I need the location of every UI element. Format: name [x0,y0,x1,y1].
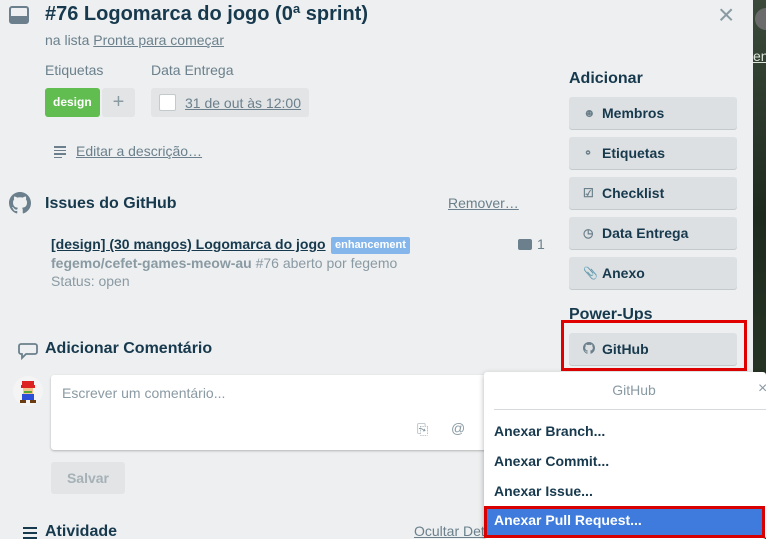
in-list-prefix: na lista [45,32,90,48]
issue-repo: fegemo/cefet-games-meow-au [51,255,252,271]
checklist-button[interactable]: ☑ Checklist [569,177,737,209]
issue-meta: fegemo/cefet-games-meow-au #76 aberto po… [51,255,397,271]
due-date-button[interactable]: ◷ Data Entrega [569,217,737,249]
mario-avatar-icon [20,381,36,403]
add-label-button[interactable]: + [102,88,135,117]
due-date-badge[interactable]: 31 de out às 12:00 [151,88,309,117]
members-label: Membros [602,105,665,121]
github-button-highlight [561,320,747,371]
popover-close-icon[interactable]: × [758,380,766,398]
member-icon: ☻ [583,106,596,120]
avatar[interactable] [13,376,43,406]
save-button[interactable]: Salvar [51,462,125,494]
due-date-heading: Data Entrega [151,62,234,78]
issue-comments: 1 [518,236,545,252]
label-icon: ⚬ [583,146,594,160]
comment-bubble-icon [518,239,532,250]
attachment-icon: 📎 [583,266,598,280]
clock-icon: ◷ [583,226,594,240]
label-design[interactable]: design [45,88,100,117]
activity-icon [17,524,37,539]
issue-title-link[interactable]: [design] (30 mangos) Logomarca do jogo [51,236,326,252]
attach-commit-item[interactable]: Anexar Commit... [484,447,766,475]
due-date-label: Data Entrega [602,225,689,241]
issue-status: Status: open [51,273,130,289]
github-icon [9,192,31,214]
issue-desc: #76 aberto por fegemo [255,255,398,271]
attach-branch-item[interactable]: Anexar Branch... [484,417,766,445]
members-button[interactable]: ☻ Membros [569,97,737,129]
due-complete-checkbox[interactable] [159,94,176,111]
labels-heading: Etiquetas [45,62,104,78]
close-icon[interactable]: × [718,1,734,29]
activity-heading: Atividade [45,523,118,539]
edit-description-link[interactable]: Editar a descrição… [54,143,202,160]
board-avatar [755,8,766,30]
description-icon [54,144,66,160]
issue-label-enhancement: enhancement [331,237,410,254]
attachment-label: Anexo [602,265,645,281]
popover-divider [494,409,766,410]
checklist-icon: ☑ [583,186,594,200]
attach-issue-item[interactable]: Anexar Issue... [484,477,766,505]
card-title[interactable]: #76 Logomarca do jogo (0ª sprint) [45,3,368,26]
labels-label: Etiquetas [602,145,666,161]
in-list-line: na lista Pronta para começar [45,32,224,48]
popover-title: GitHub [612,382,656,398]
attachment-button[interactable]: 📎 Anexo [569,257,737,289]
github-issues-heading: Issues do GitHub [45,195,177,212]
comment-placeholder[interactable]: Escrever um comentário... [62,385,225,401]
github-popover: GitHub × Anexar Branch... Anexar Commit.… [484,372,766,539]
issue-comment-count: 1 [537,236,545,252]
board-peek-text: en [753,48,766,64]
remove-github-link[interactable]: Remover… [448,195,519,211]
attach-pull-request-item[interactable]: Anexar Pull Request... [484,506,765,538]
card-icon [9,6,29,24]
comment-input[interactable]: Escrever um comentário... ⎘ @ [51,375,491,450]
edit-description-label[interactable]: Editar a descrição… [76,143,202,159]
add-comment-heading: Adicionar Comentário [45,340,213,357]
due-date-text[interactable]: 31 de out às 12:00 [185,95,301,111]
comment-icon [18,343,38,360]
labels-button[interactable]: ⚬ Etiquetas [569,137,737,169]
list-name-link[interactable]: Pronta para começar [93,32,224,48]
add-heading: Adicionar [569,70,643,87]
checklist-label: Checklist [602,185,665,201]
paperclip-icon[interactable]: ⎘ [417,421,428,438]
mention-icon[interactable]: @ [451,420,465,436]
